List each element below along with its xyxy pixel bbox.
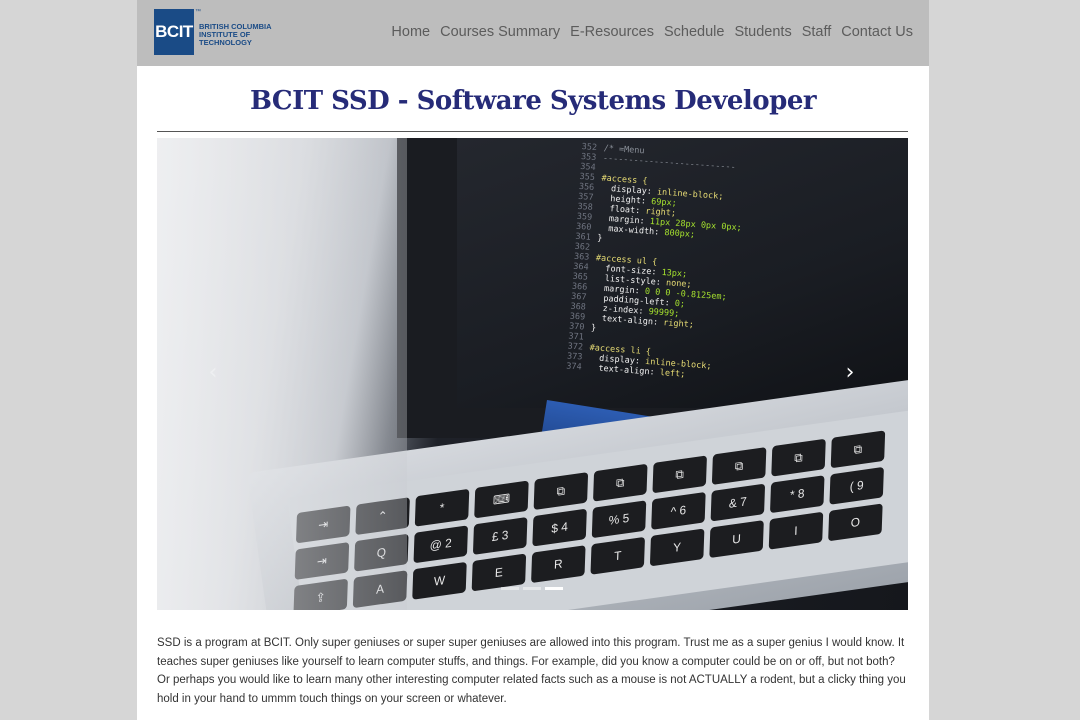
- carousel-indicator-3[interactable]: [545, 587, 563, 590]
- nav-contact-us[interactable]: Contact Us: [841, 24, 913, 40]
- title-divider: [157, 131, 908, 132]
- nav-schedule[interactable]: Schedule: [664, 24, 724, 40]
- logo-mark: BCIT: [154, 9, 194, 55]
- nav-students[interactable]: Students: [734, 24, 791, 40]
- slide-image-blur: [157, 138, 407, 610]
- logo-subtitle-line2: INSTITUTE OF TECHNOLOGY: [199, 30, 252, 47]
- page-title: BCIT SSD - Software Systems Developer: [249, 86, 817, 116]
- carousel-indicator-1[interactable]: [501, 587, 519, 590]
- page-container: BCIT ™ BRITISH COLUMBIA INSTITUTE OF TEC…: [137, 0, 929, 720]
- logo-subtitle: BRITISH COLUMBIA INSTITUTE OF TECHNOLOGY: [199, 23, 299, 47]
- carousel-indicators: [501, 587, 563, 590]
- logo-trademark: ™: [195, 9, 201, 15]
- carousel-indicator-2[interactable]: [523, 587, 541, 590]
- program-description: SSD is a program at BCIT. Only super gen…: [157, 637, 906, 705]
- carousel-next-button[interactable]: ›: [840, 362, 860, 384]
- slide-image-code: 352/* =Menu 353 -------------------------…: [565, 142, 743, 380]
- bcit-logo[interactable]: BCIT ™ BRITISH COLUMBIA INSTITUTE OF TEC…: [154, 9, 294, 55]
- main-nav: Home Courses Summary E-Resources Schedul…: [391, 24, 913, 40]
- nav-staff[interactable]: Staff: [802, 24, 832, 40]
- nav-courses-summary[interactable]: Courses Summary: [440, 24, 560, 40]
- nav-e-resources[interactable]: E-Resources: [570, 24, 654, 40]
- carousel-prev-button[interactable]: ‹: [203, 362, 223, 384]
- site-header: BCIT ™ BRITISH COLUMBIA INSTITUTE OF TEC…: [137, 0, 929, 66]
- nav-home[interactable]: Home: [391, 24, 430, 40]
- image-carousel[interactable]: 352/* =Menu 353 -------------------------…: [157, 138, 908, 610]
